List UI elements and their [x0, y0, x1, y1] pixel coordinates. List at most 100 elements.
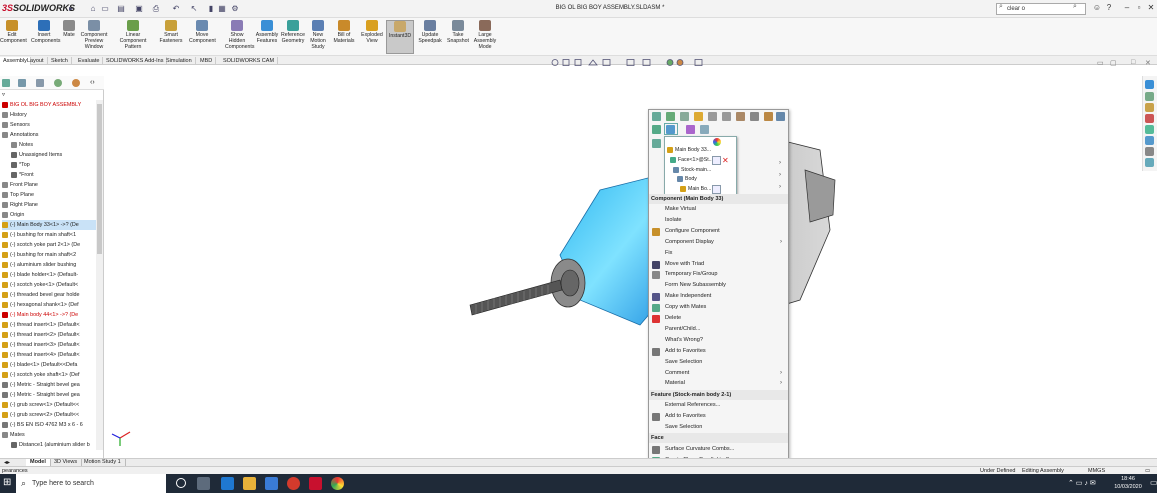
tree-item[interactable]: (-) hexagonal shank<1> (Def [2, 300, 98, 310]
context-toolbar-icon[interactable] [764, 112, 773, 121]
context-toolbar-icon[interactable] [694, 112, 703, 121]
tree-item[interactable]: Top Plane [2, 190, 98, 200]
context-menu-item[interactable]: Save Selection [649, 357, 788, 368]
component-selector-icon[interactable] [712, 185, 721, 194]
viewport-close-icon[interactable]: ✕ [1145, 59, 1151, 67]
tab-6[interactable]: MBD [197, 57, 217, 65]
notifications-icon[interactable]: ▭ [1150, 478, 1157, 487]
ribbon-button-9[interactable]: Reference Geometry [281, 20, 305, 44]
tree-item[interactable]: (-) Main body 44<1> ->? (De [2, 310, 98, 320]
tree-item[interactable]: (-) aluminium slider bushing [2, 260, 98, 270]
context-menu-item[interactable]: What's Wrong? [649, 335, 788, 346]
graphics-area[interactable] [104, 67, 1142, 458]
ribbon-button-1[interactable]: Insert Components [31, 20, 60, 44]
tab-2[interactable]: Sketch [48, 57, 72, 65]
context-toolbar-icon[interactable] [750, 112, 759, 121]
ribbon-button-12[interactable]: Exploded View [360, 20, 384, 44]
context-menu-item[interactable]: Fix [649, 248, 788, 259]
tab-4[interactable]: SOLIDWORKS Add-Ins [103, 57, 168, 65]
viewport-maximize-icon[interactable]: □ [1131, 59, 1135, 66]
ribbon-button-0[interactable]: Edit Component [0, 20, 27, 44]
context-menu-item[interactable]: Configure Component [649, 226, 788, 237]
start-icon[interactable]: ⊞ [3, 478, 13, 488]
ribbon-button-14[interactable]: Update Speedpak [418, 20, 442, 44]
context-menu-item[interactable]: Comment › [649, 368, 788, 379]
edge-icon[interactable] [221, 477, 234, 490]
tray-icons[interactable]: ⌃ ▭ ♪ ✉ [1068, 479, 1096, 487]
rebuild-icon[interactable]: ▮ [206, 4, 216, 14]
appearance-icon[interactable] [713, 138, 721, 146]
ribbon-button-10[interactable]: New Motion Study [308, 20, 328, 50]
feature-manager-icon[interactable] [2, 79, 10, 87]
context-menu-item[interactable]: Delete [649, 313, 788, 324]
context-menu-item[interactable]: Form New Subassembly [649, 280, 788, 291]
bottom-tab-0[interactable]: Model [26, 459, 51, 466]
tree-item[interactable]: Front Plane [2, 180, 98, 190]
solidworks-logo[interactable]: 3SSOLIDWORKS [2, 3, 75, 13]
solidworks-resources-icon[interactable] [1145, 80, 1154, 89]
tree-item[interactable]: (-) bushing for main shaft<2 [2, 250, 98, 260]
tree-item[interactable]: (-) thread insert<1> (Default< [2, 320, 98, 330]
store-icon[interactable] [265, 477, 278, 490]
cortana-icon[interactable] [176, 478, 186, 488]
tree-item[interactable]: Mates [2, 430, 98, 440]
appearance-toolbar-selected[interactable] [664, 123, 678, 135]
context-toolbar-icon[interactable] [652, 125, 661, 134]
context-toolbar-icon[interactable] [708, 112, 717, 121]
configuration-manager-icon[interactable] [36, 79, 44, 87]
tree-item[interactable]: Unassigned Items [11, 150, 107, 160]
tree-item[interactable]: (-) scotch yoke part 2<1> (De [2, 240, 98, 250]
context-toolbar-icon[interactable] [686, 125, 695, 134]
filter-icon[interactable]: ▿ [2, 91, 5, 98]
save-icon[interactable]: ▣ [134, 4, 144, 14]
undo-icon[interactable]: ↶ [171, 4, 181, 14]
context-toolbar-icon[interactable] [776, 112, 785, 121]
ribbon-button-8[interactable]: Assembly Features [255, 20, 279, 44]
ribbon-button-13[interactable]: Instant3D [386, 20, 414, 54]
tree-item[interactable]: Right Plane [2, 200, 98, 210]
context-menu-item[interactable]: Isolate [649, 215, 788, 226]
bottom-tab-2[interactable]: Motion Study 1 [80, 459, 126, 466]
flyout-item[interactable]: Stock-main... [673, 166, 711, 175]
ribbon-button-6[interactable]: Move Component [189, 20, 216, 44]
tree-item[interactable]: Sensors [2, 120, 98, 130]
ribbon-button-15[interactable]: Take Snapshot [446, 20, 470, 44]
tree-item[interactable]: (-) thread insert<3> (Default< [2, 340, 98, 350]
print-icon[interactable]: ⎙ [151, 4, 161, 14]
hide-icon[interactable]: ✕ [722, 156, 729, 165]
appearances-icon[interactable] [1145, 125, 1154, 134]
ribbon-button-5[interactable]: Smart Fasteners [158, 20, 184, 44]
tree-item[interactable]: History [2, 110, 98, 120]
tab-5[interactable]: Simulation [163, 57, 196, 65]
close-icon[interactable]: ✕ [1146, 3, 1156, 13]
heads-up-view-toolbar[interactable] [547, 58, 717, 67]
search-go-icon[interactable]: ⌕ [1073, 3, 1077, 11]
context-toolbar-icon[interactable] [666, 112, 675, 121]
minimize-icon[interactable]: – [1122, 3, 1132, 13]
solidworks-forum-icon[interactable] [1145, 147, 1154, 156]
context-menu-item[interactable]: Parent/Child... [649, 324, 788, 335]
tree-item[interactable]: (-) grub screw<2> (Default<< [2, 410, 98, 420]
context-toolbar-icon[interactable] [722, 112, 731, 121]
context-menu-item[interactable]: Make Virtual [649, 204, 788, 215]
context-menu-item[interactable]: Add to Favorites [649, 346, 788, 357]
new-document-icon[interactable]: ▭ [100, 4, 110, 14]
context-menu-item[interactable]: Save Selection [649, 422, 788, 433]
tree-scrollbar-thumb[interactable] [97, 104, 102, 254]
view-palette-icon[interactable] [1145, 114, 1154, 123]
context-toolbar-icon[interactable] [700, 125, 709, 134]
property-manager-icon[interactable] [18, 79, 26, 87]
file-explorer-taskbar-icon[interactable] [243, 477, 256, 490]
tree-item[interactable]: Notes [11, 140, 107, 150]
solidworks-taskbar-icon[interactable] [309, 477, 322, 490]
ribbon-button-7[interactable]: Show Hidden Components [225, 20, 254, 50]
display-manager-icon[interactable] [72, 79, 80, 87]
tree-item[interactable]: (-) blade holder<1> (Default- [2, 270, 98, 280]
expand-menu-icon[interactable]: ▸ [66, 4, 76, 14]
context-toolbar-icon[interactable] [736, 112, 745, 121]
context-menu-item[interactable]: External References... [649, 400, 788, 411]
context-menu-item[interactable]: Surface Curvature Combs... [649, 444, 788, 455]
select-icon[interactable]: ↖ [189, 4, 199, 14]
flyout-item[interactable]: Main Bo... [680, 185, 711, 194]
context-menu-item[interactable]: Make Independent [649, 291, 788, 302]
